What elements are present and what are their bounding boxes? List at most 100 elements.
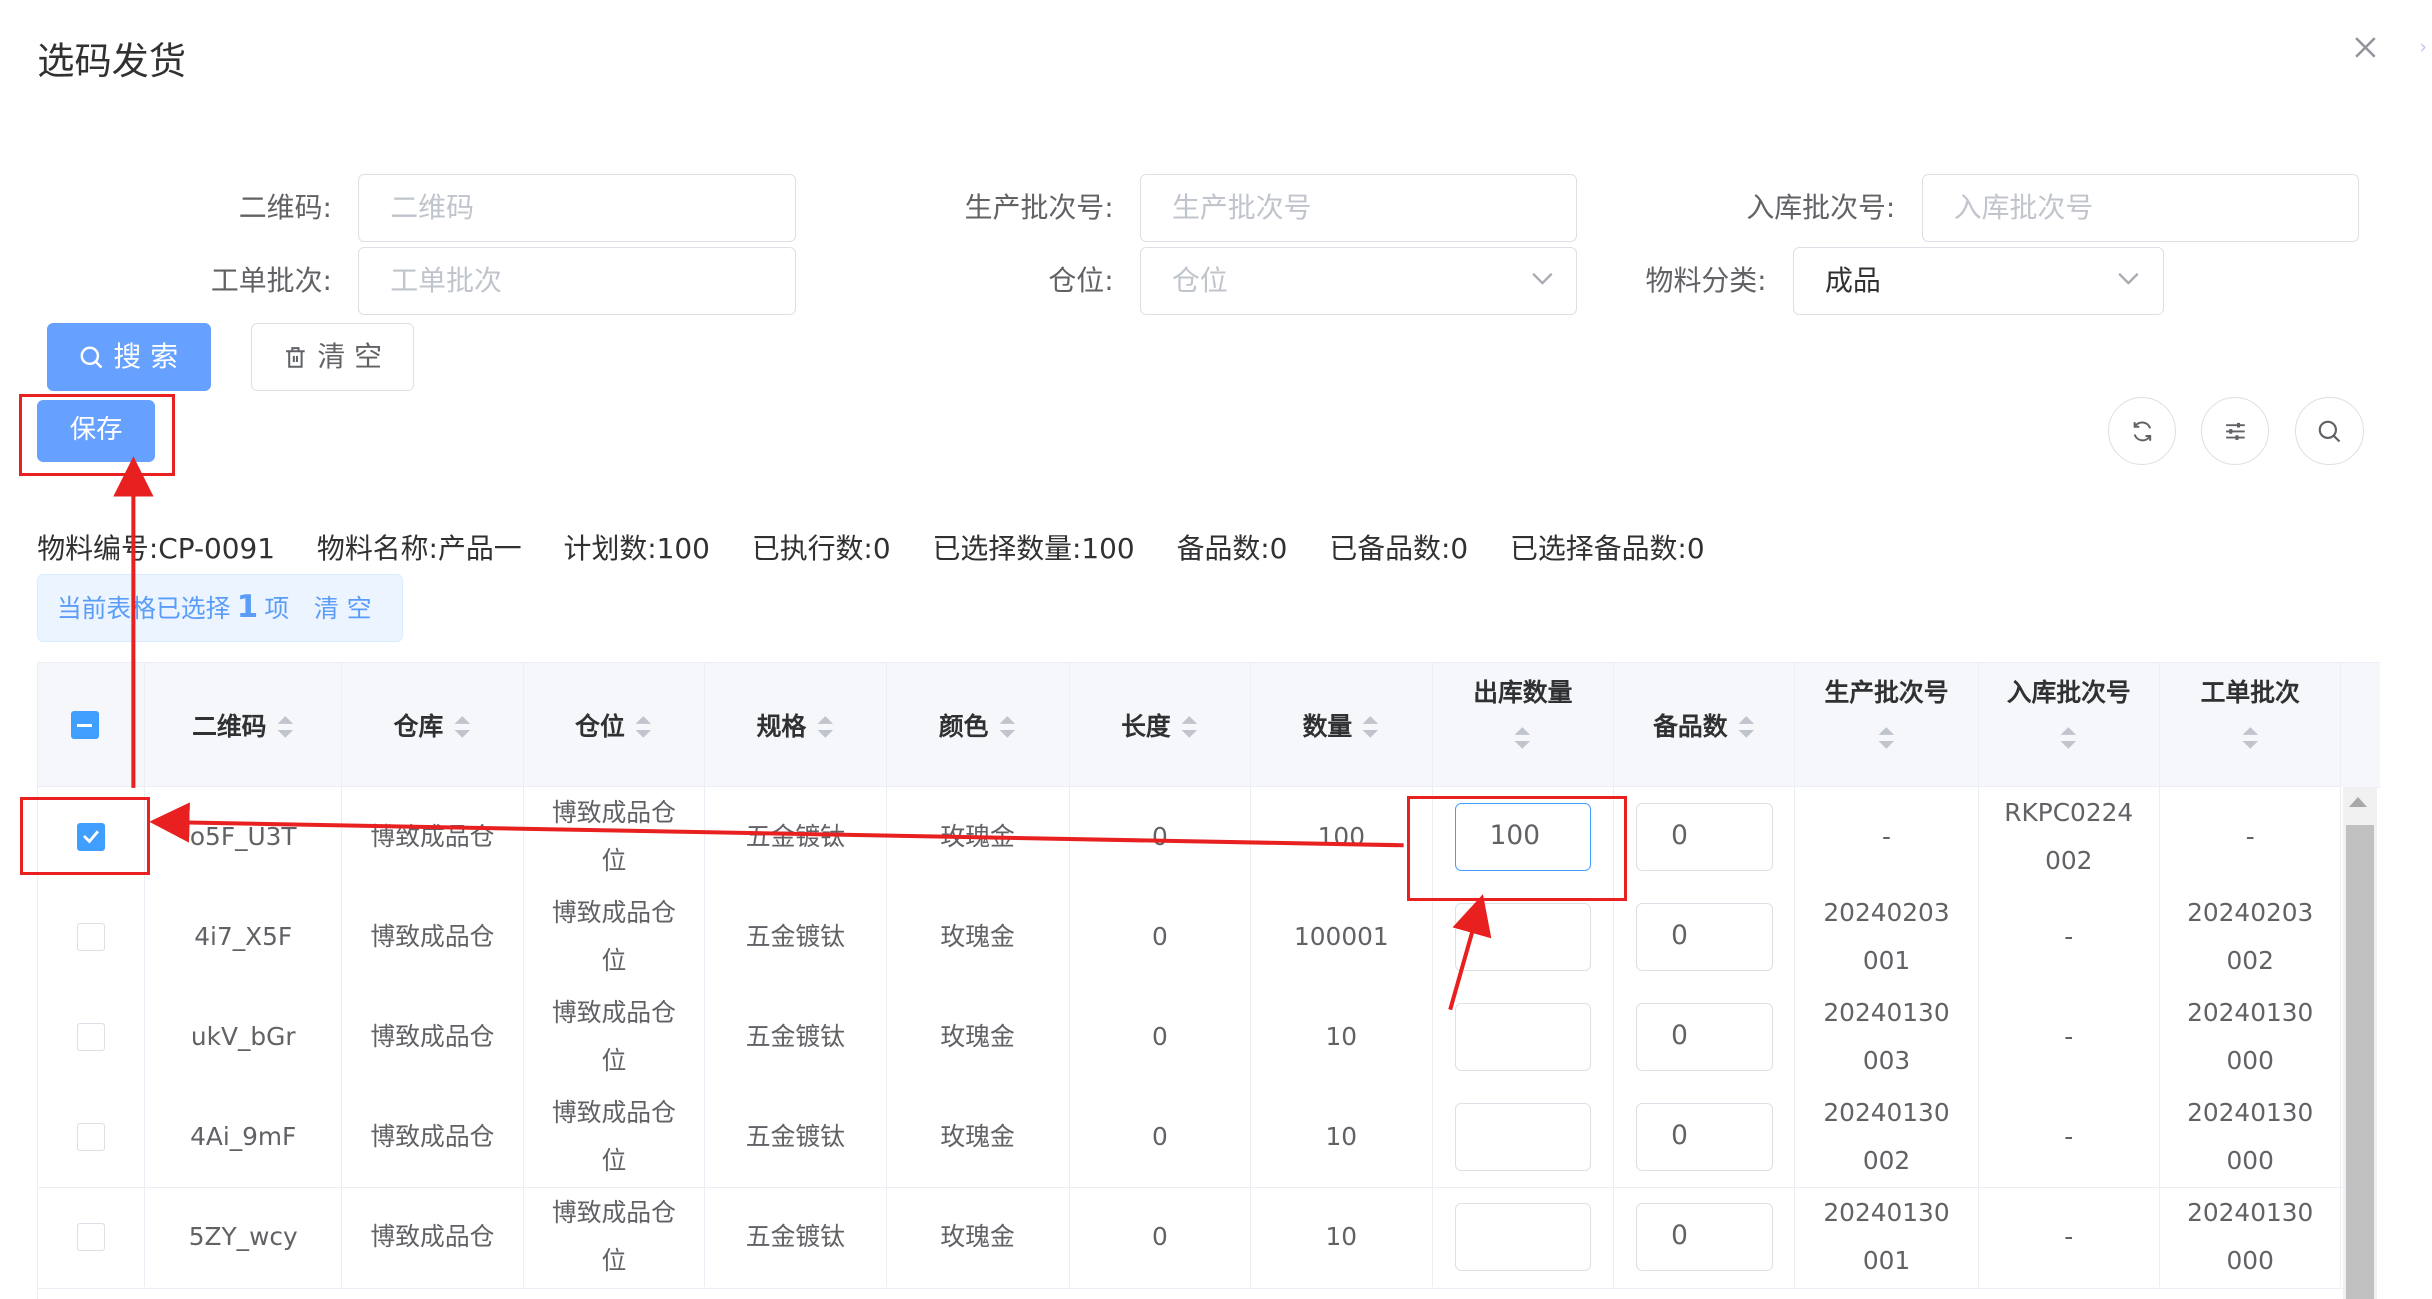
sort-caret-icon[interactable] <box>1180 713 1199 741</box>
in-batch-label: 入库批次号: <box>1746 190 1896 224</box>
prod-batch-input[interactable]: 生产批次号 <box>1139 173 1578 242</box>
out-qty-input[interactable] <box>1454 902 1592 972</box>
trash-icon <box>286 347 305 369</box>
cell-text: 10 <box>1325 1022 1358 1051</box>
search-button[interactable]: 搜 索 <box>46 322 211 391</box>
table-row[interactable]: 5ZY_wcy 博致成品仓 博致成品仓位 五金镀钛 玫瑰金 0 10 0 20240130001… <box>38 1187 2343 1289</box>
cell-spare[interactable]: 0 <box>1614 787 1796 887</box>
cell-out-qty[interactable] <box>1433 1187 1615 1287</box>
sort-caret-icon[interactable] <box>1737 713 1756 741</box>
cell-prod-batch: - <box>1796 787 1979 887</box>
sort-caret-icon[interactable] <box>816 713 835 741</box>
row-checkbox-cell[interactable] <box>38 987 146 1087</box>
sort-caret-icon[interactable] <box>276 713 295 741</box>
columns-setting-button[interactable] <box>2200 397 2270 466</box>
sort-caret-icon[interactable] <box>1361 713 1380 741</box>
cell-text: - <box>2245 821 2255 851</box>
sort-caret-icon[interactable] <box>998 713 1017 741</box>
column-header-spec[interactable]: 规格 <box>705 663 887 788</box>
row-checkbox[interactable] <box>77 1223 106 1252</box>
cell-text: 4Ai_9mF <box>190 1122 297 1152</box>
row-checkbox-cell[interactable] <box>38 1187 146 1287</box>
cell-out-qty[interactable] <box>1433 1087 1615 1187</box>
spare-qty-input[interactable]: 0 <box>1636 802 1773 872</box>
cell-spare[interactable]: 0 <box>1614 1187 1796 1287</box>
row-checkbox[interactable] <box>77 1123 106 1152</box>
sliders-icon <box>2225 422 2245 440</box>
column-header-color[interactable]: 颜色 <box>886 663 1070 788</box>
row-checkbox-cell[interactable] <box>38 1087 146 1187</box>
cell-out-qty[interactable] <box>1433 887 1615 987</box>
cell-spare[interactable]: 0 <box>1614 887 1796 987</box>
cell-text: 博致成品仓位 <box>551 1098 676 1176</box>
toggle-search-button[interactable] <box>2295 397 2364 466</box>
cell-in-batch: - <box>1979 1187 2160 1287</box>
in-batch-placeholder: 入库批次号 <box>1953 190 2094 224</box>
cell-text: 五金镀钛 <box>745 1022 845 1051</box>
column-header-in-batch[interactable]: 入库批次号 <box>1978 663 2160 788</box>
column-header-location[interactable]: 仓位 <box>523 663 706 788</box>
cell-text: ukV_bGr <box>190 1022 296 1051</box>
column-header-work-batch[interactable]: 工单批次 <box>2159 663 2342 788</box>
cell-spare[interactable]: 0 <box>1614 1087 1796 1187</box>
select-all-checkbox[interactable] <box>70 711 99 740</box>
cell-text: 0 <box>1151 1022 1168 1051</box>
spare-qty-input[interactable]: 0 <box>1636 1203 1773 1272</box>
refresh-button[interactable] <box>2107 397 2177 466</box>
cell-color: 玫瑰金 <box>887 987 1070 1087</box>
out-qty-input[interactable] <box>1454 1203 1592 1272</box>
table-row[interactable]: ukV_bGr 博致成品仓 博致成品仓位 五金镀钛 玫瑰金 0 10 0 20240130003… <box>38 987 2343 1089</box>
checkbox-highlight-box <box>20 797 151 875</box>
row-checkbox-cell[interactable] <box>38 887 146 987</box>
cell-text: 博致成品仓 <box>370 1222 495 1252</box>
column-header-length[interactable]: 长度 <box>1069 663 1252 788</box>
selection-clear-link[interactable]: 清 空 <box>314 594 371 623</box>
sort-caret-icon[interactable] <box>634 713 653 741</box>
category-select[interactable]: 成品 <box>1792 246 2164 315</box>
row-checkbox[interactable] <box>77 1023 106 1051</box>
spare-qty-input[interactable]: 0 <box>1636 902 1773 972</box>
select-all-checkbox-header[interactable] <box>38 663 146 788</box>
out-qty-input[interactable] <box>1454 1002 1592 1072</box>
scroll-up-arrow-icon[interactable] <box>2349 795 2368 807</box>
cell-text: 100 <box>1317 821 1365 851</box>
work-batch-input[interactable]: 工单批次 <box>358 246 796 315</box>
cell-text: 博致成品仓位 <box>551 797 676 875</box>
in-batch-input[interactable]: 入库批次号 <box>1921 173 2360 242</box>
spare-count: 备品数:0 <box>1176 532 1288 566</box>
column-header-spare[interactable]: 备品数 <box>1614 663 1796 788</box>
sort-caret-icon[interactable] <box>1979 724 2159 758</box>
qr-input[interactable]: 二维码 <box>358 173 796 242</box>
table-row[interactable]: 4Ai_9mF 博致成品仓 博致成品仓位 五金镀钛 玫瑰金 0 10 0 20240130002… <box>38 1087 2343 1189</box>
category-label: 物料分类: <box>1645 263 1767 297</box>
close-icon[interactable] <box>2350 34 2381 65</box>
table-row[interactable]: 4i7_X5F 博致成品仓 博致成品仓位 五金镀钛 玫瑰金 0 100001 0 2024020… <box>38 887 2343 989</box>
row-checkbox[interactable] <box>77 923 106 951</box>
column-header-qty[interactable]: 数量 <box>1251 663 1433 788</box>
sort-caret-icon[interactable] <box>2160 724 2340 758</box>
cell-spec: 五金镀钛 <box>705 887 887 987</box>
chevron-down-icon <box>1532 273 1553 285</box>
column-header-qr[interactable]: 二维码 <box>145 663 343 788</box>
column-header-out-qty[interactable]: 出库数量 <box>1432 663 1615 788</box>
clear-button[interactable]: 清 空 <box>251 322 415 391</box>
cell-location: 博致成品仓位 <box>524 987 706 1087</box>
cell-color: 玫瑰金 <box>887 1187 1070 1287</box>
cell-spare[interactable]: 0 <box>1614 987 1796 1087</box>
column-header-warehouse[interactable]: 仓库 <box>342 663 524 788</box>
column-header-prod-batch[interactable]: 生产批次号 <box>1795 663 1979 788</box>
cell-out-qty[interactable] <box>1433 987 1615 1087</box>
scrollbar-thumb[interactable] <box>2346 824 2374 1299</box>
spare-qty-input[interactable]: 0 <box>1636 1002 1773 1072</box>
cell-text: 博致成品仓 <box>370 1122 495 1152</box>
location-select[interactable]: 仓位 <box>1139 246 1578 315</box>
cell-text: 20240203001 <box>1823 897 1950 975</box>
sort-caret-icon[interactable] <box>453 713 472 741</box>
vertical-scrollbar[interactable] <box>2343 787 2378 1299</box>
table-row[interactable]: o5F_U3T 博致成品仓 博致成品仓位 五金镀钛 玫瑰金 0 100 100 0- RKPC02… <box>38 787 2343 889</box>
out-qty-input[interactable] <box>1454 1102 1592 1172</box>
sort-caret-icon[interactable] <box>1433 724 1613 758</box>
spare-qty-input[interactable]: 0 <box>1636 1102 1773 1172</box>
material-summary: 物料编号:CP-0091 物料名称:产品一 计划数:100 已执行数:0 已选择数量:1… <box>37 530 1746 567</box>
sort-caret-icon[interactable] <box>1796 724 1978 758</box>
